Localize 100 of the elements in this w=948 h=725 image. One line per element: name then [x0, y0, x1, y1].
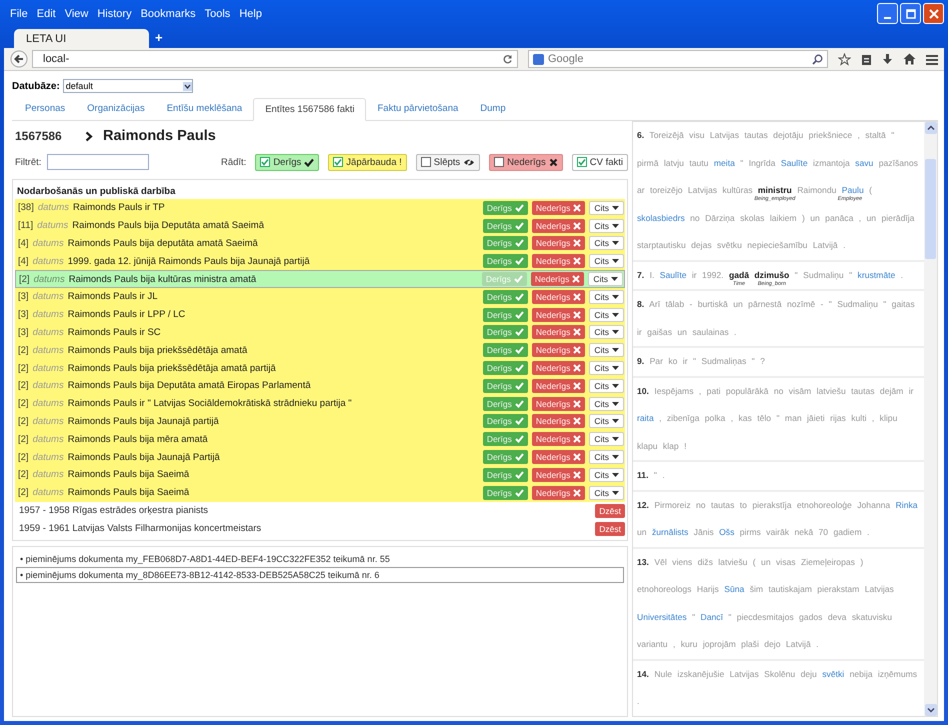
close-button[interactable]	[923, 3, 944, 24]
checkbox[interactable]	[420, 157, 431, 167]
valid-button[interactable]: Derīgs	[482, 254, 528, 268]
invalid-button[interactable]: Nederīgs	[532, 432, 586, 446]
reload-icon[interactable]	[503, 54, 513, 64]
filter-toggle[interactable]: Jāpārbauda !	[328, 154, 407, 170]
minimize-button[interactable]	[877, 3, 898, 24]
other-dropdown[interactable]: Cits	[589, 218, 624, 233]
checkbox[interactable]	[494, 157, 504, 167]
checkbox[interactable]	[576, 157, 587, 167]
entity-link[interactable]: Paulu	[842, 185, 864, 195]
star-icon[interactable]	[838, 52, 851, 66]
entity-link[interactable]: Universitātes	[637, 612, 687, 622]
entity-link[interactable]: Dancī	[700, 612, 723, 622]
valid-button[interactable]: Derīgs	[482, 290, 528, 304]
other-dropdown[interactable]: Cits	[589, 468, 624, 482]
invalid-button[interactable]: Nederīgs	[532, 468, 586, 482]
other-dropdown[interactable]: Cits	[589, 254, 624, 268]
invalid-button[interactable]: Nederīgs	[532, 254, 586, 268]
checkbox[interactable]	[333, 157, 344, 167]
database-select[interactable]: default	[62, 79, 193, 93]
invalid-button[interactable]: Nederīgs	[532, 414, 586, 428]
entity-link[interactable]: savu	[855, 158, 874, 168]
valid-button[interactable]: Derīgs	[482, 468, 528, 482]
other-dropdown[interactable]: Cits	[589, 236, 624, 250]
delete-button[interactable]: Dzēst	[595, 522, 625, 536]
entity-link[interactable]: žurnālists	[652, 527, 688, 537]
tab[interactable]: Dump	[469, 98, 517, 120]
valid-button[interactable]: Derīgs	[482, 486, 528, 500]
menu-item[interactable]: File	[10, 8, 28, 20]
scrollbar[interactable]	[924, 122, 937, 716]
tab[interactable]: Entītes 1567586 fakti	[253, 98, 366, 121]
entity-link[interactable]: krustmāte	[858, 270, 896, 280]
valid-button[interactable]: Derīgs	[482, 378, 528, 393]
invalid-button[interactable]: Nederīgs	[532, 361, 586, 376]
invalid-button[interactable]: Nederīgs	[532, 236, 586, 250]
home-icon[interactable]	[903, 53, 916, 65]
other-dropdown[interactable]: Cits	[589, 290, 624, 304]
menu-item[interactable]: View	[64, 8, 88, 20]
search-box[interactable]: Google	[528, 50, 828, 68]
scroll-thumb[interactable]	[925, 159, 936, 259]
invalid-button[interactable]: Nederīgs	[530, 272, 584, 286]
tab[interactable]: Organizācijas	[76, 98, 156, 120]
entity-link[interactable]: meita	[714, 158, 735, 168]
other-dropdown[interactable]: Cits	[589, 378, 624, 393]
invalid-button[interactable]: Nederīgs	[532, 325, 586, 340]
menu-icon[interactable]	[926, 54, 938, 64]
mention-item[interactable]: • pieminējums dokumenta my_FEB068D7-A8D1-44ED-BEF4-19CC322FE352 teikumā nr. 55	[16, 550, 624, 567]
scroll-up-icon[interactable]	[924, 122, 936, 134]
invalid-button[interactable]: Nederīgs	[532, 343, 586, 358]
entity-link[interactable]: svētki	[822, 668, 844, 678]
valid-button[interactable]: Derīgs	[482, 396, 528, 411]
other-dropdown[interactable]: Cits	[589, 361, 624, 376]
tab[interactable]: Entīšu meklēšana	[156, 98, 254, 120]
valid-button[interactable]: Derīgs	[482, 432, 528, 446]
delete-button[interactable]: Dzēst	[595, 504, 625, 518]
invalid-button[interactable]: Nederīgs	[532, 218, 586, 233]
other-dropdown[interactable]: Cits	[589, 200, 624, 215]
other-dropdown[interactable]: Cits	[589, 486, 624, 500]
valid-button[interactable]: Derīgs	[482, 200, 528, 215]
invalid-button[interactable]: Nederīgs	[532, 200, 586, 215]
invalid-button[interactable]: Nederīgs	[532, 308, 586, 322]
entity-link[interactable]: Saulīte	[660, 270, 686, 280]
menu-item[interactable]: Help	[239, 8, 262, 20]
valid-button[interactable]: Derīgs	[482, 450, 528, 464]
entity-link[interactable]: Sūna	[724, 584, 744, 594]
filter-field[interactable]	[47, 154, 150, 170]
valid-button[interactable]: Derīgs	[482, 343, 528, 358]
valid-button[interactable]: Derīgs	[482, 236, 528, 250]
other-dropdown[interactable]: Cits	[589, 396, 624, 411]
download-icon[interactable]	[882, 52, 893, 66]
invalid-button[interactable]: Nederīgs	[532, 378, 586, 393]
entity-link[interactable]: Saulīte	[780, 158, 808, 168]
filter-toggle[interactable]: Derīgs	[255, 154, 320, 170]
other-dropdown[interactable]: Cits	[589, 432, 624, 446]
other-dropdown[interactable]: Cits	[589, 450, 624, 464]
other-dropdown[interactable]: Cits	[589, 414, 624, 428]
new-tab-button[interactable]: +	[155, 30, 163, 48]
scroll-down-icon[interactable]	[924, 704, 936, 716]
tab[interactable]: Faktu pārvietošana	[366, 98, 470, 120]
mention-item[interactable]: • pieminējums dokumenta my_8D86EE73-8B12-4142-8533-DEB525A58C25 teikumā nr. 6	[16, 566, 624, 583]
invalid-button[interactable]: Nederīgs	[532, 396, 586, 411]
address-bar[interactable]: local-	[32, 50, 518, 68]
invalid-button[interactable]: Nederīgs	[532, 486, 586, 500]
checkbox[interactable]	[260, 157, 270, 167]
valid-button[interactable]: Derīgs	[482, 414, 528, 428]
other-dropdown[interactable]: Cits	[589, 343, 624, 358]
menu-item[interactable]: Edit	[36, 8, 56, 20]
filter-toggle[interactable]: Nederīgs	[489, 154, 563, 170]
filter-toggle[interactable]: CV fakti	[572, 154, 628, 170]
valid-button[interactable]: Derīgs	[482, 361, 528, 376]
search-engine-icon[interactable]	[533, 54, 544, 64]
search-icon[interactable]	[812, 54, 823, 64]
valid-button[interactable]: Derīgs	[482, 218, 528, 233]
other-dropdown[interactable]: Cits	[588, 272, 623, 286]
entity-link[interactable]: raita	[637, 413, 654, 423]
other-dropdown[interactable]: Cits	[589, 308, 624, 322]
menu-item[interactable]: Tools	[204, 8, 230, 20]
tab[interactable]: Personas	[14, 98, 76, 120]
dropdown-arrow-icon[interactable]	[182, 82, 192, 90]
